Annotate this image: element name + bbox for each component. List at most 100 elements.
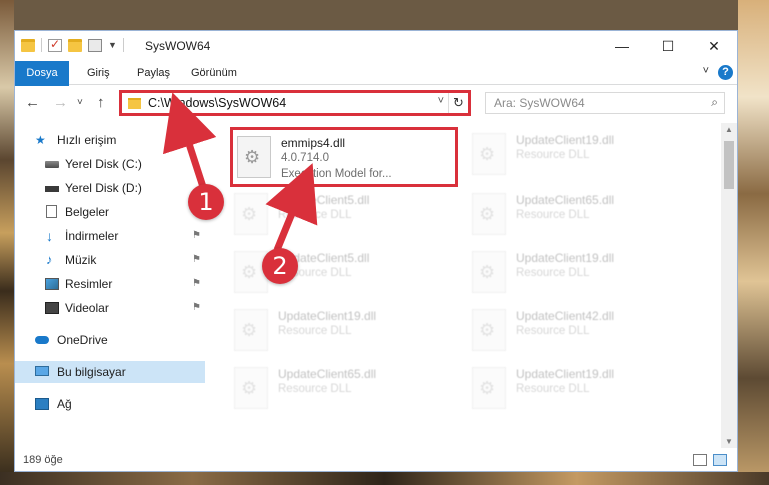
toolbar-separator xyxy=(122,38,124,52)
sidebar-item-videos[interactable]: Videolar ⚑ xyxy=(15,297,205,319)
file-item[interactable]: UpdateClient19.dll Resource DLL xyxy=(468,361,688,417)
back-button[interactable]: ← xyxy=(25,94,40,111)
file-item[interactable]: UpdateClient5.dll Resource DLL xyxy=(230,187,450,243)
dll-file-icon xyxy=(472,367,506,409)
star-icon: ★ xyxy=(35,133,46,147)
file-description: Resource DLL xyxy=(278,383,352,395)
scrollbar-thumb[interactable] xyxy=(724,141,734,189)
refresh-button[interactable]: ↻ xyxy=(448,93,468,113)
minimize-button[interactable]: — xyxy=(599,31,645,61)
file-item[interactable]: UpdateClient65.dll Resource DLL xyxy=(468,187,688,243)
close-button[interactable]: ✕ xyxy=(691,31,737,61)
dll-file-icon xyxy=(234,193,268,235)
toolbar-dropdown-icon[interactable]: ▼ xyxy=(108,40,117,50)
tab-paylas[interactable]: Paylaş xyxy=(127,61,180,85)
dll-file-icon xyxy=(234,309,268,351)
tab-giris[interactable]: Giriş xyxy=(77,61,120,85)
folder-icon xyxy=(21,38,35,52)
this-pc-icon xyxy=(35,366,49,376)
pin-icon[interactable]: ⚑ xyxy=(192,225,201,247)
sidebar-item-network[interactable]: Ağ xyxy=(15,393,205,415)
maximize-icon: ☐ xyxy=(661,37,675,54)
file-item[interactable]: UpdateClient42.dll Resource DLL xyxy=(468,303,688,359)
vertical-scrollbar[interactable]: ▲ ▼ xyxy=(721,123,737,448)
drive-icon xyxy=(45,161,59,168)
documents-icon xyxy=(46,205,57,218)
scroll-down-icon[interactable]: ▼ xyxy=(725,437,733,446)
dll-file-icon xyxy=(472,309,506,351)
sidebar-item-label: İndirmeler xyxy=(65,229,119,243)
file-description: Resource DLL xyxy=(516,325,590,337)
help-icon[interactable]: ? xyxy=(718,65,733,80)
drive-icon xyxy=(45,186,59,192)
tiles-view-icon[interactable] xyxy=(713,454,727,466)
folder-icon xyxy=(128,98,141,109)
new-folder-icon[interactable] xyxy=(68,38,82,52)
file-list: emmips4.dll 4.0.714.0 Execution Model fo… xyxy=(210,123,718,448)
sidebar-item-label: Ağ xyxy=(57,397,72,411)
search-input[interactable]: Ara: SysWOW64 xyxy=(494,96,585,110)
sidebar-item-label: Yerel Disk (C:) xyxy=(65,157,142,171)
sidebar-item-label: Bu bilgisayar xyxy=(57,365,126,379)
file-description: Resource DLL xyxy=(516,383,590,395)
address-bar[interactable]: C:\Windows\SysWOW64 ˅ ↻ xyxy=(119,90,471,116)
sidebar-item-this-pc[interactable]: Bu bilgisayar xyxy=(15,361,205,383)
file-item[interactable]: UpdateClient19.dll Resource DLL xyxy=(230,303,450,359)
file-name: UpdateClient19.dll xyxy=(516,251,615,265)
onedrive-icon xyxy=(35,336,49,344)
sidebar-item-label: Hızlı erişim xyxy=(57,133,117,147)
file-description: Resource DLL xyxy=(516,149,590,161)
window-title: SysWOW64 xyxy=(145,39,211,53)
status-bar: 189 öğe xyxy=(15,449,737,471)
sidebar-item-documents[interactable]: Belgeler xyxy=(15,201,205,223)
tab-gorunum[interactable]: Görünüm xyxy=(181,61,247,85)
sidebar-item-local-disk-d[interactable]: Yerel Disk (D:) xyxy=(15,177,205,199)
file-item[interactable]: UpdateClient19.dll Resource DLL xyxy=(468,127,688,183)
forward-button[interactable]: → xyxy=(53,94,68,111)
customize-toolbar-icon[interactable] xyxy=(88,38,102,52)
pin-icon[interactable]: ⚑ xyxy=(192,249,201,271)
search-icon: ⌕ xyxy=(711,95,718,109)
sidebar-item-local-disk-c[interactable]: Yerel Disk (C:) xyxy=(15,153,205,175)
file-description: Resource DLL xyxy=(278,325,352,337)
pin-icon[interactable]: ⚑ xyxy=(192,297,201,319)
pin-icon[interactable]: ⚑ xyxy=(192,273,201,295)
step-2-badge: 2 xyxy=(262,248,298,284)
properties-icon[interactable] xyxy=(48,37,62,52)
sidebar-item-label: Yerel Disk (D:) xyxy=(65,181,142,195)
downloads-icon: ↓ xyxy=(46,228,53,244)
pictures-icon xyxy=(45,278,59,290)
file-name: UpdateClient5.dll xyxy=(278,193,370,207)
navigation-bar: ← → ˅ ↑ C:\Windows\SysWOW64 ˅ ↻ Ara: Sys… xyxy=(15,86,737,120)
file-item-emmips4[interactable]: emmips4.dll 4.0.714.0 Execution Model fo… xyxy=(230,127,458,187)
search-box[interactable]: Ara: SysWOW64 ⌕ xyxy=(485,92,725,114)
title-bar: ▼ SysWOW64 — ☐ ✕ xyxy=(15,31,737,61)
file-item[interactable]: UpdateClient19.dll Resource DLL xyxy=(468,245,688,301)
details-view-icon[interactable] xyxy=(693,454,707,466)
sidebar-item-pictures[interactable]: Resimler ⚑ xyxy=(15,273,205,295)
address-dropdown-icon[interactable]: ˅ xyxy=(438,95,444,107)
sidebar-item-quick-access[interactable]: ★ Hızlı erişim xyxy=(15,129,205,151)
sidebar-item-label: Belgeler xyxy=(65,205,110,219)
file-name: UpdateClient65.dll xyxy=(516,193,615,207)
chevron-down-icon[interactable]: ˅ xyxy=(703,65,709,77)
toolbar-separator xyxy=(41,38,42,52)
file-name: UpdateClient42.dll xyxy=(516,309,615,323)
file-description: Execution Model for... xyxy=(281,168,392,180)
network-icon xyxy=(35,398,49,410)
sidebar-item-music[interactable]: ♪ Müzik ⚑ xyxy=(15,249,205,271)
dll-file-icon xyxy=(237,136,271,178)
up-button[interactable]: ↑ xyxy=(97,94,105,111)
file-item[interactable]: UpdateClient65.dll Resource DLL xyxy=(230,361,450,417)
scroll-up-icon[interactable]: ▲ xyxy=(725,125,733,134)
file-description: Resource DLL xyxy=(278,209,352,221)
desktop-background-bottom xyxy=(0,472,769,485)
sidebar-item-downloads[interactable]: ↓ İndirmeler ⚑ xyxy=(15,225,205,247)
file-name: UpdateClient19.dll xyxy=(278,309,377,323)
address-path[interactable]: C:\Windows\SysWOW64 xyxy=(148,96,286,110)
sidebar-item-onedrive[interactable]: OneDrive xyxy=(15,329,205,351)
minimize-icon: — xyxy=(615,38,629,54)
file-description: Resource DLL xyxy=(516,267,590,279)
recent-locations-button[interactable]: ˅ xyxy=(77,97,83,108)
maximize-button[interactable]: ☐ xyxy=(645,31,691,61)
